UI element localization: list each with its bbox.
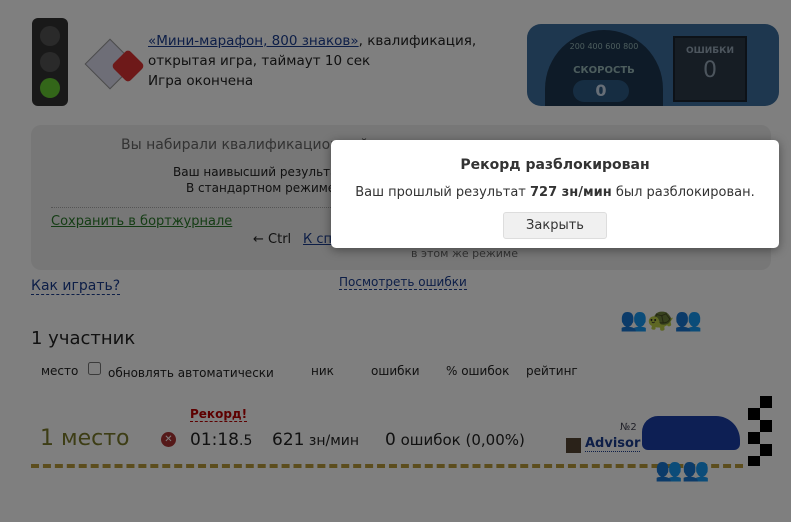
- modal-overlay[interactable]: [0, 0, 791, 522]
- dialog-title: Рекорд разблокирован: [460, 157, 650, 173]
- dialog-message: Ваш прошлый результат 727 зн/мин был раз…: [355, 185, 755, 200]
- record-unlocked-dialog: Рекорд разблокирован Ваш прошлый результ…: [331, 140, 779, 248]
- close-button[interactable]: Закрыть: [503, 212, 607, 239]
